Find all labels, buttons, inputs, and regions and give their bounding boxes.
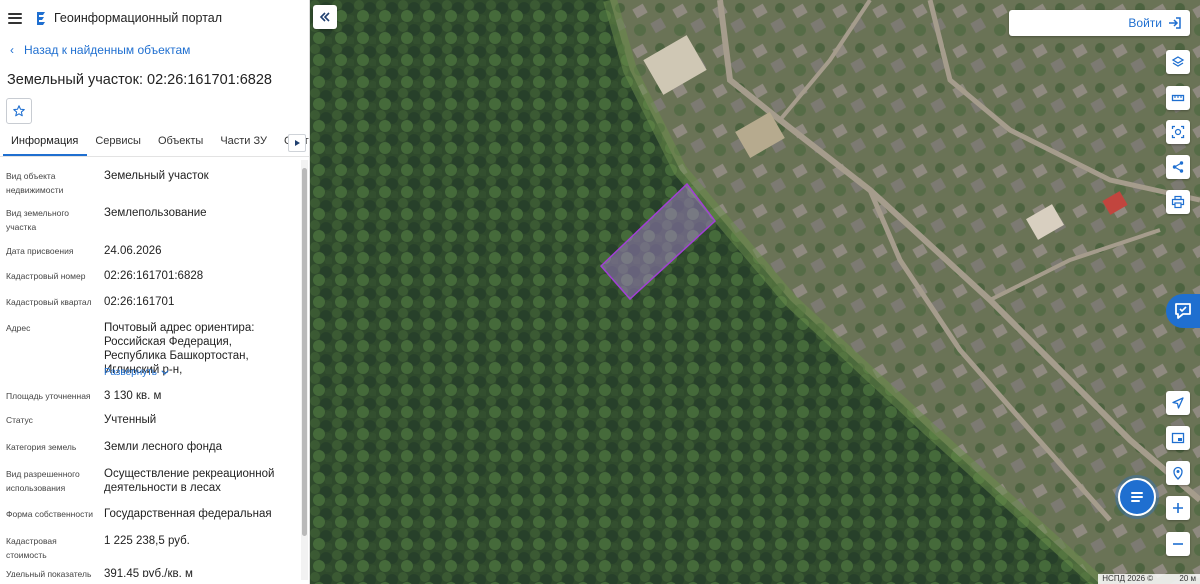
menu-icon[interactable]	[8, 12, 22, 24]
info-panel: Вид объекта недвижимости Земельный участ…	[0, 157, 309, 577]
select-area-button[interactable]	[1166, 120, 1190, 144]
map-attribution: НСПД 2026 © 20 м	[1098, 574, 1200, 584]
info-label: Категория земель	[6, 442, 77, 452]
attribution-text: НСПД 2026 ©	[1102, 574, 1154, 583]
collapse-sidebar-button[interactable]	[313, 5, 337, 29]
back-link-label: Назад к найденным объектам	[24, 43, 191, 57]
chat-icon	[1131, 492, 1143, 502]
app: Геоинформационный портал ‹ Назад к найде…	[0, 0, 1200, 584]
zoom-out-icon	[1173, 543, 1183, 545]
geo-pin-icon	[1173, 466, 1183, 480]
info-label: Площадь уточненная	[6, 391, 91, 401]
info-label: Кадастровый квартал	[6, 297, 92, 307]
expand-address-link[interactable]: Развернуть	[104, 367, 169, 378]
info-value: 24.06.2026	[104, 245, 162, 257]
map-view[interactable]: Войти НСПД 2026 © 20 м	[310, 0, 1200, 584]
satellite-imagery	[310, 0, 1200, 584]
ruler-icon	[1171, 94, 1185, 102]
scan-icon	[1171, 125, 1185, 139]
my-location-button[interactable]	[1166, 391, 1190, 415]
scrollbar-thumb[interactable]	[302, 168, 307, 536]
info-value: Учтенный	[104, 414, 157, 426]
info-value: Землепользование	[104, 207, 207, 219]
tabs: Информация Сервисы Объекты Части ЗУ Сост…	[0, 131, 309, 157]
chevrons-left-icon	[319, 12, 330, 22]
info-value: 02:26:161701	[104, 296, 175, 308]
info-label: Кадастровый номер	[6, 271, 86, 281]
favorite-button[interactable]	[6, 98, 32, 124]
info-label: Дата присвоения	[6, 246, 74, 256]
layers-icon	[1171, 56, 1185, 67]
info-label: Удельный показатель	[6, 569, 92, 577]
info-value: Государственная федеральная	[104, 508, 272, 520]
geo-search-button[interactable]	[1166, 461, 1190, 485]
info-label: Форма собственности	[6, 509, 93, 519]
login-label: Войти	[1128, 16, 1162, 30]
info-value: Земельный участок	[104, 170, 209, 182]
topbar: Геоинформационный портал	[0, 0, 309, 36]
login-icon	[1169, 17, 1181, 29]
object-title: Земельный участок: 02:26:161701:6828	[7, 72, 272, 88]
info-label: Вид объекта недвижимости	[6, 171, 64, 195]
map-scale: 20 м	[1179, 574, 1196, 583]
info-value: Земли лесного фонда	[104, 441, 223, 453]
print-icon	[1171, 195, 1185, 209]
zoom-in-icon	[1173, 503, 1183, 513]
info-label: Вид земельного участка	[6, 208, 70, 232]
assistant-button[interactable]	[1166, 294, 1200, 328]
info-value: 391,45 руб./кв. м	[104, 568, 193, 577]
share-icon	[1172, 161, 1184, 173]
sidebar: Геоинформационный портал ‹ Назад к найде…	[0, 0, 310, 584]
print-button[interactable]	[1166, 190, 1190, 214]
minimap-button[interactable]	[1166, 426, 1190, 450]
measure-button[interactable]	[1166, 86, 1190, 110]
back-link[interactable]: ‹ Назад к найденным объектам	[0, 36, 309, 64]
location-arrow-icon	[1172, 397, 1184, 409]
layers-button[interactable]	[1166, 50, 1190, 74]
info-label: Кадастровая стоимость	[6, 536, 57, 560]
tab-objects[interactable]: Объекты	[150, 131, 212, 156]
share-button[interactable]	[1166, 155, 1190, 179]
star-icon	[13, 105, 25, 117]
expand-label: Развернуть	[104, 367, 158, 378]
chevron-left-icon: ‹	[10, 43, 14, 57]
tab-services[interactable]: Сервисы	[87, 131, 150, 156]
info-label: Статус	[6, 415, 33, 425]
minimap-icon	[1171, 432, 1185, 444]
portal-title: Геоинформационный портал	[54, 11, 223, 25]
info-label: Адрес	[6, 323, 31, 333]
chat-button[interactable]	[1118, 478, 1156, 516]
tabs-scroll-right-button[interactable]	[288, 134, 306, 152]
tab-parts[interactable]: Части ЗУ	[212, 131, 276, 156]
zoom-out-button[interactable]	[1166, 532, 1190, 556]
info-value: 02:26:161701:6828	[104, 270, 204, 282]
info-label: Вид разрешенного использования	[6, 469, 80, 493]
login-button[interactable]: Войти	[1009, 10, 1190, 36]
logo-icon	[37, 11, 45, 25]
info-value: Осуществление рекреационной деятельности…	[104, 468, 275, 494]
tab-info[interactable]: Информация	[3, 131, 88, 156]
zoom-in-button[interactable]	[1166, 496, 1190, 520]
info-value: 3 130 кв. м	[104, 390, 162, 402]
assistant-icon	[1175, 303, 1191, 319]
info-value: 1 225 238,5 руб.	[104, 535, 190, 547]
